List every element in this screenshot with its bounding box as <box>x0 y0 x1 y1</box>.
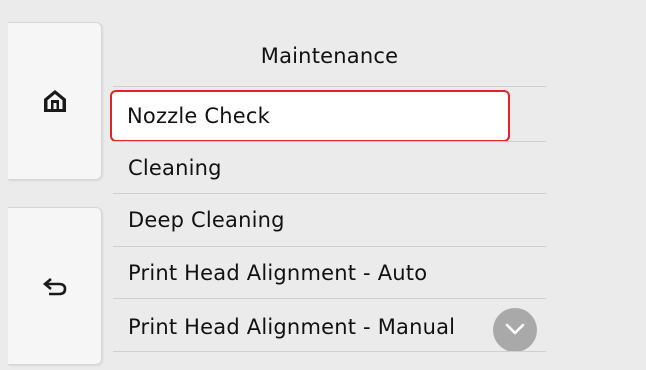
menu-item-print-head-alignment-auto[interactable]: Print Head Alignment - Auto <box>113 247 546 298</box>
divider <box>113 351 546 352</box>
menu-item-cleaning[interactable]: Cleaning <box>113 142 546 193</box>
printer-screen: Maintenance Nozzle Check Cleaning Deep C… <box>0 0 646 370</box>
page-title: Maintenance <box>260 44 399 68</box>
menu-item-label: Print Head Alignment - Manual <box>128 314 456 339</box>
menu-item-nozzle-check[interactable]: Nozzle Check <box>110 90 510 142</box>
menu-item-label: Deep Cleaning <box>128 207 285 232</box>
chevron-down-icon <box>504 321 526 340</box>
menu-item-label: Cleaning <box>128 155 222 180</box>
home-button[interactable] <box>8 22 102 180</box>
maintenance-panel: Maintenance Nozzle Check Cleaning Deep C… <box>110 28 546 362</box>
menu-item-print-head-alignment-manual[interactable]: Print Head Alignment - Manual <box>113 301 546 352</box>
menu-item-deep-cleaning[interactable]: Deep Cleaning <box>113 194 546 245</box>
menu-item-label: Print Head Alignment - Auto <box>128 260 428 285</box>
scroll-down-button[interactable] <box>493 308 537 352</box>
divider <box>113 86 546 87</box>
back-arrow-icon <box>42 276 68 296</box>
menu-item-label: Nozzle Check <box>127 104 271 128</box>
divider <box>113 298 546 299</box>
home-icon <box>42 88 68 114</box>
back-button[interactable] <box>8 207 102 365</box>
